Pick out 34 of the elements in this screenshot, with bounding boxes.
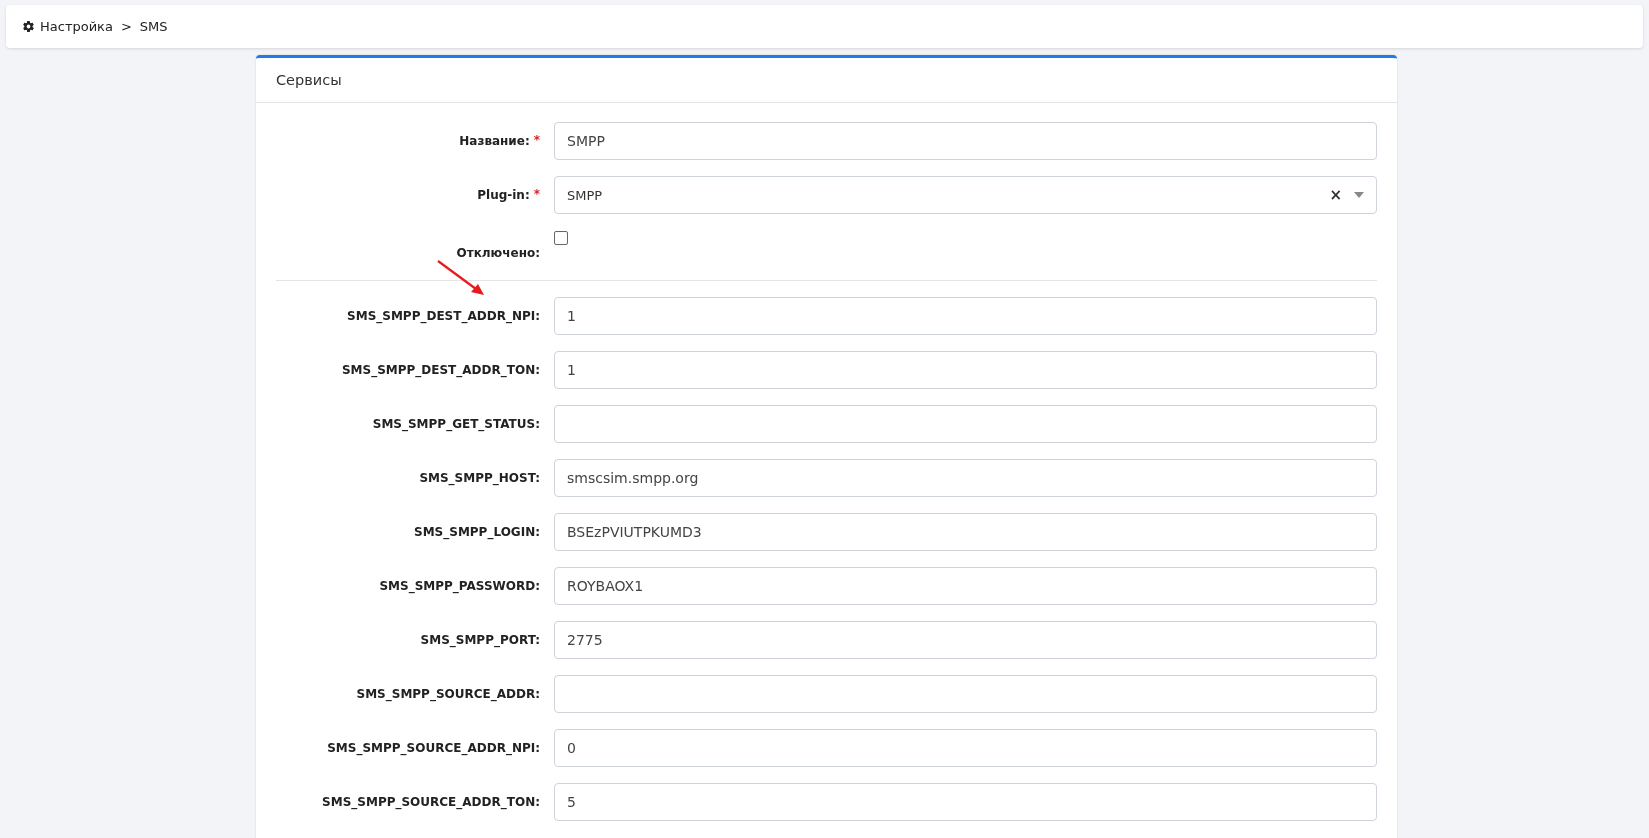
text-field[interactable]: 1 [554,297,1377,335]
text-field[interactable]: BSEzPVIUTPKUMD3 [554,513,1377,551]
field-label: SMS_SMPP_SOURCE_ADDR: [356,687,540,701]
field-label: SMS_SMPP_HOST: [419,471,540,485]
required-mark: * [533,187,540,201]
breadcrumb-item: SMS [139,19,168,34]
text-field[interactable]: smscsim.smpp.org [554,459,1377,497]
caret-icon [1354,192,1364,198]
text-field[interactable] [554,405,1377,443]
field-label: SMS_SMPP_SOURCE_ADDR_NPI: [327,741,540,755]
field-label: Название: [459,134,530,148]
plugin-select[interactable]: SMPP × [554,176,1377,214]
field-label: SMS_SMPP_SOURCE_ADDR_TON: [322,795,540,809]
text-field[interactable]: ROYBAOX1 [554,567,1377,605]
clear-icon[interactable]: × [1329,186,1342,204]
field-label: SMS_SMPP_PASSWORD: [379,579,540,593]
text-field[interactable]: SMPP [554,122,1377,160]
text-field[interactable]: 5 [554,783,1377,821]
text-field[interactable]: 2775 [554,621,1377,659]
card-title: Сервисы [276,72,342,88]
breadcrumb-separator: > [120,19,132,34]
field-label: SMS_SMPP_GET_STATUS: [372,417,540,431]
field-label: SMS_SMPP_DEST_ADDR_TON: [341,363,540,377]
breadcrumb-item[interactable]: Настройка [40,19,113,34]
field-label: SMS_SMPP_LOGIN: [414,525,540,539]
text-field[interactable] [554,675,1377,713]
text-field[interactable]: 1 [554,351,1377,389]
required-mark: * [533,133,540,147]
field-label: Plug-in: [477,188,530,202]
text-field[interactable]: 0 [554,729,1377,767]
field-label: SMS_SMPP_PORT: [420,633,540,647]
settings-icon [22,20,35,33]
field-label: Отключено: [456,246,540,260]
field-label: SMS_SMPP_DEST_ADDR_NPI: [347,309,540,323]
